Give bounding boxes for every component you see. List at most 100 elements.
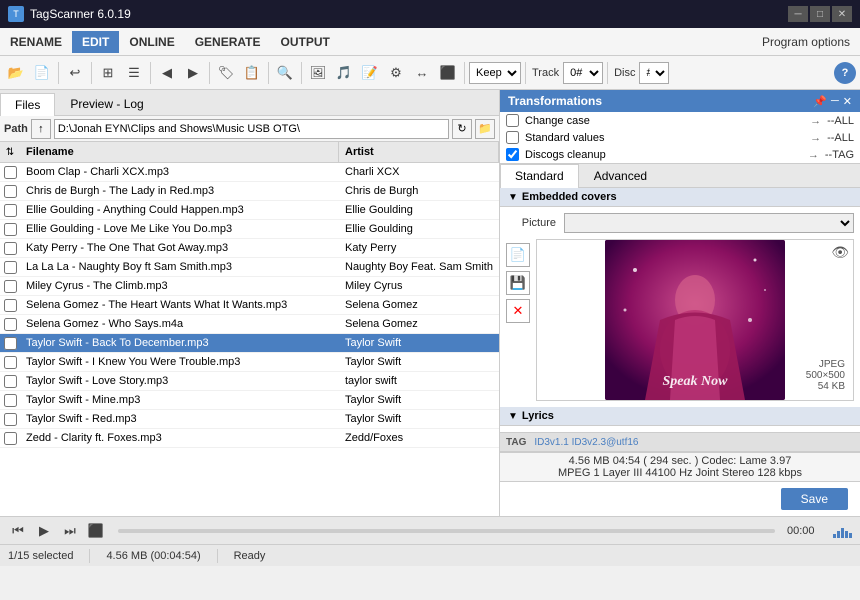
file-artist: Chris de Burgh bbox=[339, 182, 499, 200]
embedded-covers-header[interactable]: ▼ Embedded covers bbox=[500, 188, 860, 207]
cover-eye-button[interactable]: 👁 bbox=[831, 244, 849, 261]
menu-generate[interactable]: GENERATE bbox=[185, 31, 271, 53]
file-checkbox[interactable] bbox=[4, 185, 17, 198]
file-row[interactable]: Selena Gomez - Who Says.m4a Selena Gomez bbox=[0, 315, 499, 334]
menu-rename[interactable]: RENAME bbox=[0, 31, 72, 53]
toolbar-tag2-button[interactable]: 📋 bbox=[240, 61, 264, 85]
track-select[interactable]: 0# bbox=[563, 62, 603, 84]
picture-select[interactable] bbox=[564, 213, 854, 233]
stop-button[interactable]: ⬛ bbox=[86, 521, 106, 541]
menu-edit[interactable]: EDIT bbox=[72, 31, 119, 53]
toolbar-sep-7 bbox=[464, 62, 465, 84]
file-name: Ellie Goulding - Anything Could Happen.m… bbox=[20, 201, 339, 219]
file-row[interactable]: Ellie Goulding - Love Me Like You Do.mp3… bbox=[0, 220, 499, 239]
file-checkbox-cell bbox=[0, 204, 20, 217]
help-button[interactable]: ? bbox=[834, 62, 856, 84]
col-header-filename[interactable]: Filename bbox=[20, 142, 339, 162]
file-artist: Taylor Swift bbox=[339, 353, 499, 371]
path-refresh-button[interactable]: ↻ bbox=[452, 119, 472, 139]
file-row[interactable]: Taylor Swift - Mine.mp3 Taylor Swift bbox=[0, 391, 499, 410]
file-checkbox[interactable] bbox=[4, 356, 17, 369]
file-row[interactable]: Selena Gomez - The Heart Wants What It W… bbox=[0, 296, 499, 315]
path-folder-button[interactable]: 📁 bbox=[475, 119, 495, 139]
file-checkbox[interactable] bbox=[4, 375, 17, 388]
file-row[interactable]: Taylor Swift - I Knew You Were Trouble.m… bbox=[0, 353, 499, 372]
trans-checkbox[interactable] bbox=[506, 114, 519, 127]
file-row[interactable]: Boom Clap - Charli XCX.mp3 Charli XCX bbox=[0, 163, 499, 182]
toolbar-undo-button[interactable]: ↩ bbox=[63, 61, 87, 85]
toolbar-tag-button[interactable]: 🏷 bbox=[214, 61, 238, 85]
sort-icon[interactable]: ⇅ bbox=[0, 142, 20, 162]
file-row[interactable]: Ellie Goulding - Anything Could Happen.m… bbox=[0, 201, 499, 220]
tag-values[interactable]: ID3v1.1 ID3v2.3@utf16 bbox=[534, 437, 638, 448]
cover-save-button[interactable]: 💾 bbox=[506, 271, 530, 295]
path-input[interactable] bbox=[54, 119, 449, 139]
progress-track[interactable] bbox=[118, 529, 775, 533]
file-checkbox[interactable] bbox=[4, 204, 17, 217]
menu-output[interactable]: OUTPUT bbox=[271, 31, 340, 53]
file-row[interactable]: Katy Perry - The One That Got Away.mp3 K… bbox=[0, 239, 499, 258]
file-checkbox[interactable] bbox=[4, 299, 17, 312]
right-tab-advanced[interactable]: Advanced bbox=[579, 164, 662, 187]
cover-add-button[interactable]: 📄 bbox=[506, 243, 530, 267]
path-up-button[interactable]: ↑ bbox=[31, 119, 51, 139]
trans-min-button[interactable]: ─ bbox=[831, 95, 839, 108]
file-checkbox[interactable] bbox=[4, 242, 17, 255]
right-tab-standard[interactable]: Standard bbox=[500, 164, 579, 188]
tag-label: TAG bbox=[506, 437, 526, 448]
col-header-artist[interactable]: Artist bbox=[339, 142, 499, 162]
next-ff-button[interactable]: ⏭ bbox=[60, 521, 80, 541]
toolbar-list-button[interactable]: ☰ bbox=[122, 61, 146, 85]
file-checkbox[interactable] bbox=[4, 318, 17, 331]
toolbar-img5-button[interactable]: ↔ bbox=[410, 61, 434, 85]
minimize-button[interactable]: ─ bbox=[788, 6, 808, 22]
file-row[interactable]: Chris de Burgh - The Lady in Red.mp3 Chr… bbox=[0, 182, 499, 201]
toolbar-img4-button[interactable]: ⚙ bbox=[384, 61, 408, 85]
codec: Codec: Lame 3.97 bbox=[701, 455, 791, 467]
prev-button[interactable]: ⏮ bbox=[8, 521, 28, 541]
file-checkbox[interactable] bbox=[4, 413, 17, 426]
file-checkbox[interactable] bbox=[4, 166, 17, 179]
toolbar-open-button[interactable]: 📂 bbox=[4, 61, 28, 85]
toolbar-img6-button[interactable]: ⬛ bbox=[436, 61, 460, 85]
program-options-link[interactable]: Program options bbox=[752, 31, 860, 53]
toolbar-img2-button[interactable]: 🎵 bbox=[332, 61, 356, 85]
tab-files[interactable]: Files bbox=[0, 93, 55, 116]
file-row[interactable]: La La La - Naughty Boy ft Sam Smith.mp3 … bbox=[0, 258, 499, 277]
toolbar-image-button[interactable]: 🖼 bbox=[306, 61, 330, 85]
file-checkbox[interactable] bbox=[4, 337, 17, 350]
tab-preview[interactable]: Preview - Log bbox=[55, 92, 158, 115]
cover-svg: Speak Now bbox=[605, 240, 785, 400]
toolbar-grid-button[interactable]: ⊞ bbox=[96, 61, 120, 85]
trans-checkbox[interactable] bbox=[506, 131, 519, 144]
file-checkbox[interactable] bbox=[4, 432, 17, 445]
menu-online[interactable]: ONLINE bbox=[119, 31, 184, 53]
toolbar-left-button[interactable]: ◀ bbox=[155, 61, 179, 85]
file-row[interactable]: Miley Cyrus - The Climb.mp3 Miley Cyrus bbox=[0, 277, 499, 296]
keep-select[interactable]: Keep bbox=[469, 62, 521, 84]
cover-delete-button[interactable]: ✕ bbox=[506, 299, 530, 323]
file-artist: taylor swift bbox=[339, 372, 499, 390]
file-row[interactable]: Taylor Swift - Red.mp3 Taylor Swift bbox=[0, 410, 499, 429]
lyrics-header[interactable]: ▼ Lyrics bbox=[500, 407, 860, 426]
toolbar-right-button[interactable]: ▶ bbox=[181, 61, 205, 85]
file-checkbox[interactable] bbox=[4, 280, 17, 293]
toolbar-img3-button[interactable]: 📝 bbox=[358, 61, 382, 85]
disc-select[interactable]: # bbox=[639, 62, 669, 84]
play-button[interactable]: ▶ bbox=[34, 521, 54, 541]
file-row[interactable]: Taylor Swift - Love Story.mp3 taylor swi… bbox=[0, 372, 499, 391]
trans-close-button[interactable]: ✕ bbox=[843, 95, 852, 108]
file-row[interactable]: Zedd - Clarity ft. Foxes.mp3 Zedd/Foxes bbox=[0, 429, 499, 448]
file-checkbox[interactable] bbox=[4, 261, 17, 274]
file-checkbox[interactable] bbox=[4, 394, 17, 407]
close-button[interactable]: ✕ bbox=[832, 6, 852, 22]
file-row[interactable]: Taylor Swift - Back To December.mp3 Tayl… bbox=[0, 334, 499, 353]
save-button[interactable]: Save bbox=[781, 488, 848, 510]
file-list-header: ⇅ Filename Artist bbox=[0, 142, 499, 163]
trans-pin-button[interactable]: 📌 bbox=[813, 95, 827, 108]
toolbar-search-button[interactable]: 🔍 bbox=[273, 61, 297, 85]
maximize-button[interactable]: □ bbox=[810, 6, 830, 22]
toolbar-file-button[interactable]: 📄 bbox=[30, 61, 54, 85]
trans-checkbox[interactable] bbox=[506, 148, 519, 161]
file-checkbox[interactable] bbox=[4, 223, 17, 236]
